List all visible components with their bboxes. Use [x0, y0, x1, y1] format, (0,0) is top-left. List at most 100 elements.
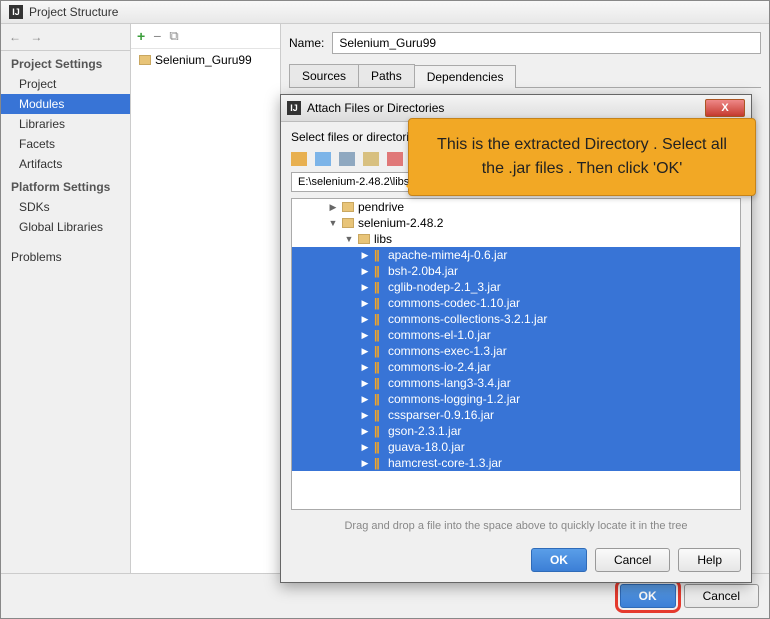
tree-node-label: commons-lang3-3.4.jar: [388, 376, 511, 390]
forward-icon[interactable]: →: [30, 30, 42, 44]
tab-dependencies[interactable]: Dependencies: [414, 65, 517, 88]
main-cancel-button[interactable]: Cancel: [684, 584, 759, 608]
tree-file-row[interactable]: commons-lang3-3.4.jar: [292, 375, 740, 391]
dialog-help-button[interactable]: Help: [678, 548, 741, 572]
add-module-icon[interactable]: +: [137, 28, 145, 44]
chevron-right-icon[interactable]: [360, 250, 370, 261]
chevron-right-icon[interactable]: [360, 346, 370, 357]
chevron-right-icon[interactable]: [360, 266, 370, 277]
chevron-right-icon[interactable]: [360, 330, 370, 341]
dialog-title: Attach Files or Directories: [307, 101, 705, 115]
jar-icon: [374, 328, 384, 342]
chevron-down-icon[interactable]: [328, 218, 338, 228]
tree-node-label: hamcrest-core-1.3.jar: [388, 456, 502, 470]
tree-file-row[interactable]: apache-mime4j-0.6.jar: [292, 247, 740, 263]
jar-icon: [374, 264, 384, 278]
tree-node-label: commons-logging-1.2.jar: [388, 392, 520, 406]
sidebar-heading-project-settings: Project Settings: [1, 51, 130, 74]
close-icon[interactable]: X: [705, 99, 745, 117]
tree-file-row[interactable]: commons-exec-1.3.jar: [292, 343, 740, 359]
tree-file-row[interactable]: commons-io-2.4.jar: [292, 359, 740, 375]
home-icon[interactable]: [291, 152, 307, 166]
sidebar-item-libraries[interactable]: Libraries: [1, 114, 130, 134]
module-item-label: Selenium_Guru99: [155, 53, 252, 67]
tree-file-row[interactable]: gson-2.3.1.jar: [292, 423, 740, 439]
folder-icon: [342, 202, 354, 212]
module-list-panel: + − ⧉ Selenium_Guru99: [131, 24, 281, 573]
chevron-right-icon[interactable]: [360, 362, 370, 373]
jar-icon: [374, 392, 384, 406]
annotation-text: This is the extracted Directory . Select…: [437, 136, 727, 177]
dialog-ok-button[interactable]: OK: [531, 548, 587, 572]
jar-icon: [374, 456, 384, 470]
tree-file-row[interactable]: cglib-nodep-2.1_3.jar: [292, 279, 740, 295]
chevron-right-icon[interactable]: [328, 202, 338, 213]
module-name-input[interactable]: [332, 32, 761, 54]
tree-node-label: guava-18.0.jar: [388, 440, 465, 454]
tab-sources[interactable]: Sources: [289, 64, 359, 87]
folder-icon: [358, 234, 370, 244]
delete-icon[interactable]: [387, 152, 403, 166]
file-tree[interactable]: pendriveselenium-2.48.2libs apache-mime4…: [291, 198, 741, 510]
main-ok-button[interactable]: OK: [620, 584, 676, 608]
chevron-right-icon[interactable]: [360, 410, 370, 421]
sidebar-nav-toolbar: ← →: [1, 24, 130, 51]
chevron-right-icon[interactable]: [360, 298, 370, 309]
tree-file-row[interactable]: commons-codec-1.10.jar: [292, 295, 740, 311]
chevron-down-icon[interactable]: [344, 234, 354, 244]
sidebar-item-global-libraries[interactable]: Global Libraries: [1, 217, 130, 237]
folder-icon: [342, 218, 354, 228]
tree-folder-row[interactable]: selenium-2.48.2: [292, 215, 740, 231]
dialog-cancel-button[interactable]: Cancel: [595, 548, 670, 572]
chevron-right-icon[interactable]: [360, 378, 370, 389]
tree-file-row[interactable]: commons-collections-3.2.1.jar: [292, 311, 740, 327]
copy-module-icon[interactable]: ⧉: [169, 28, 178, 44]
jar-icon: [374, 248, 384, 262]
sidebar-item-modules[interactable]: Modules: [1, 94, 130, 114]
remove-module-icon[interactable]: −: [153, 28, 161, 44]
chevron-right-icon[interactable]: [360, 314, 370, 325]
tree-file-row[interactable]: commons-el-1.0.jar: [292, 327, 740, 343]
sidebar-item-facets[interactable]: Facets: [1, 134, 130, 154]
tree-file-row[interactable]: hamcrest-core-1.3.jar: [292, 455, 740, 471]
project-icon[interactable]: [339, 152, 355, 166]
desktop-icon[interactable]: [315, 152, 331, 166]
module-item[interactable]: Selenium_Guru99: [131, 49, 280, 71]
chevron-right-icon[interactable]: [360, 426, 370, 437]
tree-folder-row[interactable]: libs: [292, 231, 740, 247]
tree-folder-row[interactable]: pendrive: [292, 199, 740, 215]
tree-node-label: cssparser-0.9.16.jar: [388, 408, 494, 422]
jar-icon: [374, 280, 384, 294]
tab-paths[interactable]: Paths: [358, 64, 415, 87]
folder-icon: [139, 55, 151, 65]
tree-node-label: libs: [374, 232, 392, 246]
tree-node-label: apache-mime4j-0.6.jar: [388, 248, 507, 262]
chevron-right-icon[interactable]: [360, 442, 370, 453]
tree-node-label: cglib-nodep-2.1_3.jar: [388, 280, 501, 294]
chevron-right-icon[interactable]: [360, 394, 370, 405]
sidebar: ← → Project Settings Project Modules Lib…: [1, 24, 131, 573]
annotation-callout: This is the extracted Directory . Select…: [408, 118, 756, 196]
jar-icon: [374, 296, 384, 310]
sidebar-item-sdks[interactable]: SDKs: [1, 197, 130, 217]
sidebar-heading-platform-settings: Platform Settings: [1, 174, 130, 197]
tree-node-label: commons-el-1.0.jar: [388, 328, 491, 342]
jar-icon: [374, 360, 384, 374]
back-icon[interactable]: ←: [9, 30, 21, 44]
sidebar-item-artifacts[interactable]: Artifacts: [1, 154, 130, 174]
tree-node-label: commons-collections-3.2.1.jar: [388, 312, 547, 326]
sidebar-item-problems[interactable]: Problems: [1, 247, 130, 267]
tree-node-label: commons-exec-1.3.jar: [388, 344, 507, 358]
module-toolbar: + − ⧉: [131, 24, 280, 49]
tree-file-row[interactable]: guava-18.0.jar: [292, 439, 740, 455]
new-folder-icon[interactable]: [363, 152, 379, 166]
dialog-button-bar: OK Cancel Help: [281, 538, 751, 582]
tree-file-row[interactable]: bsh-2.0b4.jar: [292, 263, 740, 279]
tree-file-row[interactable]: commons-logging-1.2.jar: [292, 391, 740, 407]
jar-icon: [374, 344, 384, 358]
tree-file-row[interactable]: cssparser-0.9.16.jar: [292, 407, 740, 423]
sidebar-item-project[interactable]: Project: [1, 74, 130, 94]
chevron-right-icon[interactable]: [360, 282, 370, 293]
chevron-right-icon[interactable]: [360, 458, 370, 469]
tree-node-label: commons-io-2.4.jar: [388, 360, 491, 374]
